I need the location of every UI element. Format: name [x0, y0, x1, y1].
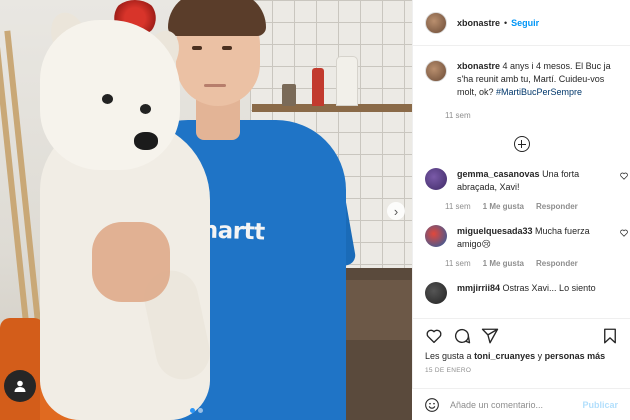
heart-icon[interactable]	[620, 229, 628, 237]
caption-age[interactable]: 11 sem	[445, 111, 471, 120]
avatar[interactable]	[425, 168, 447, 191]
heart-icon[interactable]	[620, 172, 628, 180]
comment-input[interactable]: Añade un comentario...	[450, 400, 582, 410]
reply-button[interactable]: Responder	[536, 259, 578, 268]
likes-summary: Les gusta a toni_cruanyes y personas más	[413, 345, 630, 361]
hashtag-link[interactable]: #MartiBucPerSempre	[496, 87, 582, 97]
gas-cylinder	[0, 318, 44, 420]
eye	[192, 46, 202, 50]
avatar[interactable]	[425, 11, 447, 34]
share-icon[interactable]	[481, 327, 499, 345]
avatar[interactable]	[425, 282, 447, 305]
likes-connector: y	[537, 351, 543, 361]
shelf	[252, 104, 412, 112]
emoji-icon[interactable]	[424, 397, 440, 413]
comment-age[interactable]: 11 sem	[445, 259, 471, 268]
user-icon	[14, 380, 26, 392]
red-bottle	[312, 68, 324, 106]
comment-item: mmjirrii84 Ostras Xavi... Lo siento	[413, 282, 630, 305]
heart-icon[interactable]	[425, 327, 443, 345]
liker-username[interactable]: toni_cruanyes	[474, 351, 535, 361]
eye	[222, 46, 232, 50]
comment-age[interactable]: 11 sem	[445, 202, 471, 211]
user-tag-button[interactable]	[4, 370, 36, 402]
post-caption: xbonastre 4 anys i 4 mesos. El Buc ja s'…	[413, 46, 630, 99]
comment-username[interactable]: mmjirrii84	[457, 283, 500, 293]
caption-username[interactable]: xbonastre	[457, 61, 500, 71]
comment-meta: 11 sem 1 Me gusta Responder	[445, 202, 630, 211]
dog-nose	[134, 132, 158, 150]
bookmark-icon[interactable]	[601, 327, 619, 345]
follow-button[interactable]: Seguir	[511, 18, 539, 28]
add-comment-bar: Añade un comentario... Publicar	[412, 388, 630, 420]
post-header: xbonastre • Seguir	[413, 0, 630, 46]
post-date[interactable]: 15 DE ENERO	[413, 361, 630, 374]
carousel-indicator	[190, 408, 203, 413]
load-more-comments[interactable]	[413, 136, 630, 153]
comment-icon[interactable]	[453, 327, 471, 345]
avatar[interactable]	[425, 225, 447, 248]
caption-meta: 11 sem	[445, 111, 630, 120]
comment-likes[interactable]: 1 Me gusta	[483, 202, 524, 211]
mouth	[204, 84, 226, 87]
comment-username[interactable]: miguelquesada33	[457, 226, 533, 236]
chevron-right-icon: ›	[393, 203, 399, 219]
separator: •	[504, 17, 508, 28]
comment-item: gemma_casanovas Una forta abraçada, Xavi…	[413, 168, 630, 194]
likes-prefix: Les gusta a	[425, 351, 472, 361]
reply-button[interactable]: Responder	[536, 202, 578, 211]
header-username[interactable]: xbonastre	[457, 18, 500, 28]
white-bottle	[336, 56, 358, 106]
hair	[168, 0, 266, 36]
dog-eye	[102, 94, 113, 104]
avatar[interactable]	[425, 60, 447, 82]
comment-likes[interactable]: 1 Me gusta	[483, 259, 524, 268]
hand	[92, 222, 170, 302]
publish-button[interactable]: Publicar	[582, 400, 618, 410]
post-image[interactable]: arhartt ›	[0, 0, 412, 420]
next-image-button[interactable]: ›	[387, 202, 405, 220]
carousel-dot	[198, 408, 203, 413]
carousel-dot	[190, 408, 195, 413]
dog-eye	[140, 104, 151, 114]
post-side-panel: xbonastre • Seguir xbonastre 4 anys i 4 …	[412, 0, 630, 420]
comment-text: Ostras Xavi... Lo siento	[502, 283, 596, 294]
likes-others-link[interactable]: personas más	[545, 351, 606, 361]
jar	[282, 84, 296, 106]
plus-circle-icon	[513, 136, 530, 153]
comment-username[interactable]: gemma_casanovas	[457, 169, 540, 179]
comment-item: miguelquesada33 Mucha fuerza amigo😢	[413, 225, 630, 251]
post-actions: Les gusta a toni_cruanyes y personas más…	[413, 318, 630, 374]
comment-meta: 11 sem 1 Me gusta Responder	[445, 259, 630, 268]
